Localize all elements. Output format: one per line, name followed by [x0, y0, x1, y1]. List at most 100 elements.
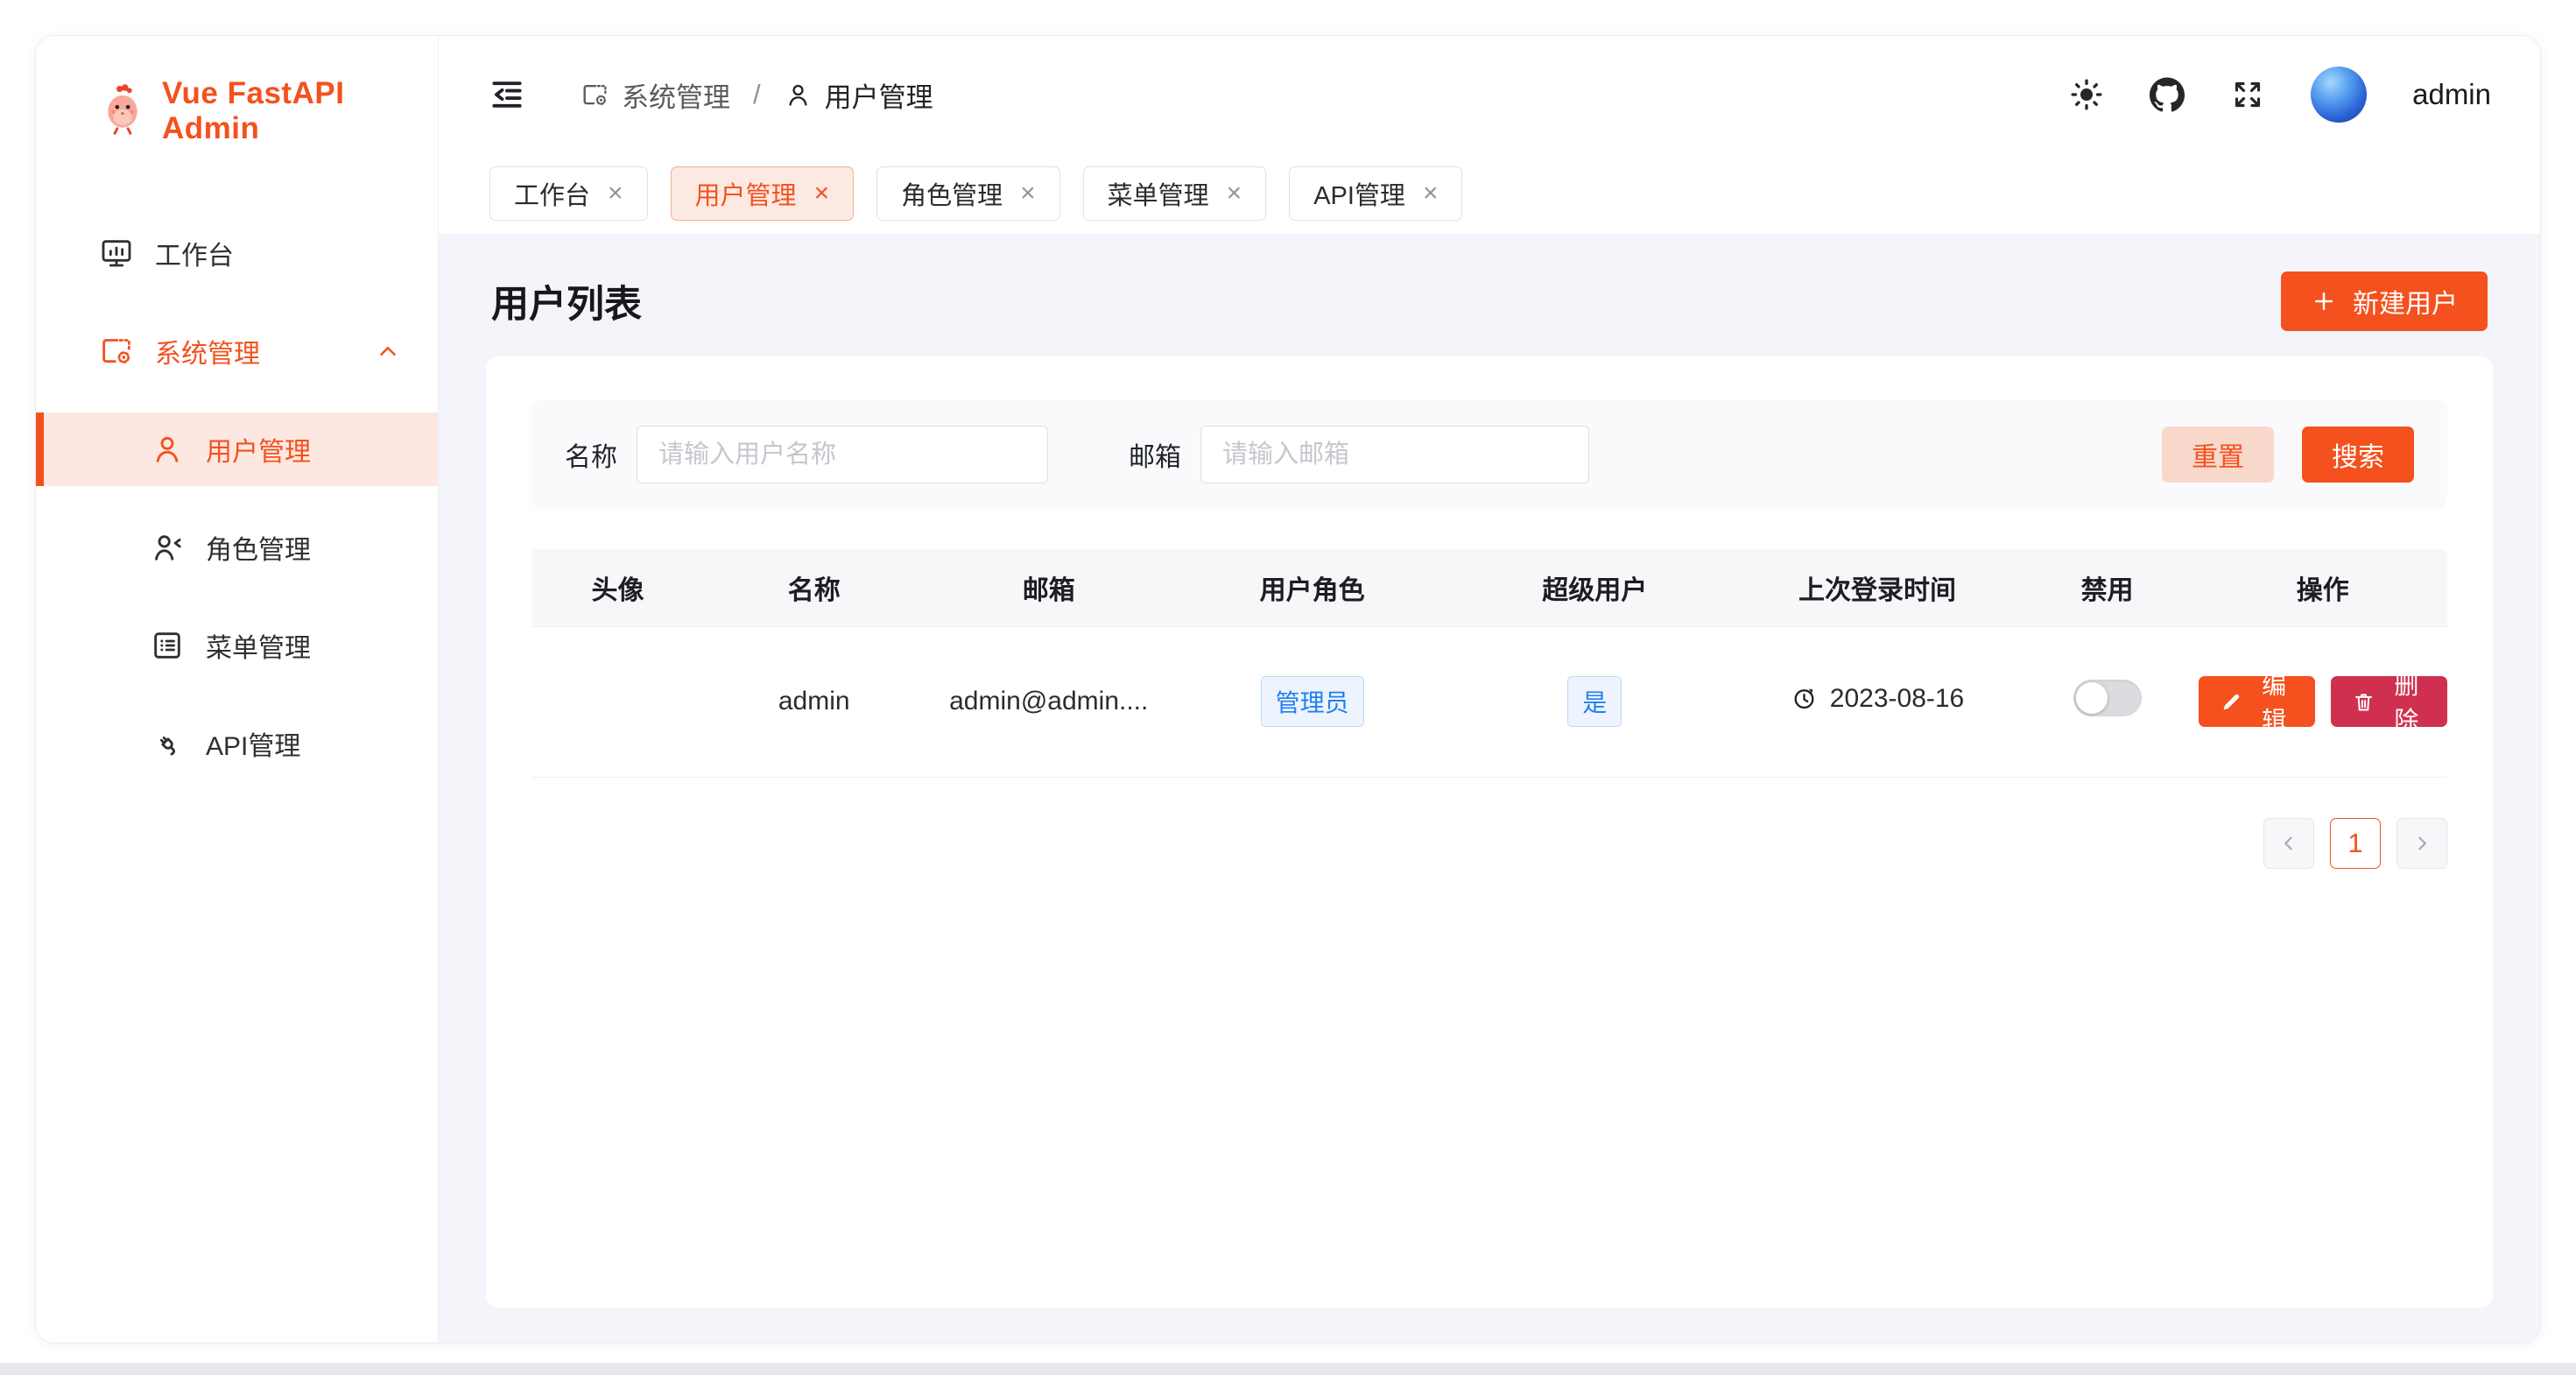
- email-filter-label: 邮箱: [1129, 435, 1181, 474]
- table-header-row: 头像 名称 邮箱 用户角色 超级用户 上次登录时间 禁用 操作: [531, 549, 2447, 626]
- filter-panel: 名称 邮箱 重置 搜索: [531, 400, 2447, 509]
- trash-icon: [2352, 690, 2375, 714]
- role-tag[interactable]: 管理员: [1261, 676, 1364, 727]
- breadcrumb-label: 用户管理: [825, 75, 933, 115]
- tab-label: 角色管理: [901, 175, 1003, 212]
- tab-label: 用户管理: [695, 175, 797, 212]
- email-cell: admin@admin....: [925, 626, 1173, 777]
- user-table: 头像 名称 邮箱 用户角色 超级用户 上次登录时间 禁用 操作: [531, 549, 2447, 778]
- tab-api-management[interactable]: API管理 ×: [1289, 166, 1462, 221]
- column-name: 名称: [704, 549, 925, 626]
- github-icon[interactable]: [2150, 77, 2185, 112]
- fullscreen-icon[interactable]: [2230, 77, 2265, 112]
- monitor-icon: [99, 236, 134, 271]
- sidebar-item-api-management[interactable]: API管理: [36, 707, 438, 780]
- username-label: admin: [2412, 78, 2491, 111]
- breadcrumb-user-management[interactable]: 用户管理: [784, 75, 933, 115]
- pagination-prev-button[interactable]: [2263, 818, 2314, 869]
- user-icon: [150, 432, 185, 467]
- close-icon[interactable]: ×: [814, 180, 830, 207]
- page-header: 用户列表 新建用户: [486, 255, 2493, 348]
- edit-button-label: 编辑: [2255, 666, 2294, 737]
- last-login-value: 2023-08-16: [1830, 684, 1964, 714]
- column-actions: 操作: [2199, 549, 2448, 626]
- sidebar-item-system-management[interactable]: 系统管理: [36, 314, 438, 388]
- delete-button[interactable]: 删除: [2331, 676, 2447, 727]
- breadcrumb-label: 系统管理: [622, 75, 730, 115]
- app-title: Vue FastAPI Admin: [162, 76, 438, 146]
- sidebar-item-label: 系统管理: [155, 332, 260, 370]
- pencil-icon: [2220, 690, 2243, 714]
- column-disabled: 禁用: [2016, 549, 2199, 626]
- column-avatar: 头像: [531, 549, 704, 626]
- tab-role-management[interactable]: 角色管理 ×: [876, 166, 1060, 221]
- edit-button[interactable]: 编辑: [2199, 676, 2315, 727]
- plus-icon: [2311, 288, 2337, 314]
- last-login-cell: 2023-08-16: [1738, 626, 2016, 777]
- column-last-login: 上次登录时间: [1738, 549, 2016, 626]
- superuser-cell: 是: [1451, 626, 1738, 777]
- app-window: Vue FastAPI Admin 工作台: [35, 35, 2541, 1343]
- sidebar-item-label: 工作台: [155, 234, 234, 272]
- app-logo: Vue FastAPI Admin: [36, 36, 438, 146]
- close-icon[interactable]: ×: [1227, 180, 1242, 207]
- email-filter-input[interactable]: [1200, 426, 1589, 483]
- sidebar-collapse-icon[interactable]: [488, 75, 526, 114]
- disabled-toggle[interactable]: [2073, 680, 2142, 716]
- role-cell: 管理员: [1173, 626, 1451, 777]
- search-button[interactable]: 搜索: [2302, 427, 2414, 483]
- window-gear-icon: [99, 334, 134, 369]
- top-header: 系统管理 / 用户管理: [439, 36, 2540, 153]
- tab-label: 工作台: [514, 175, 590, 212]
- clock-history-icon: [1791, 685, 1818, 712]
- page-content: 用户列表 新建用户 名称 邮箱 重置 搜索: [439, 234, 2540, 1343]
- chick-mascot-icon: [99, 84, 146, 139]
- breadcrumb-system-management[interactable]: 系统管理: [581, 75, 730, 115]
- tab-menu-management[interactable]: 菜单管理 ×: [1083, 166, 1267, 221]
- sidebar-item-workbench[interactable]: 工作台: [36, 216, 438, 290]
- filter-actions: 重置 搜索: [2162, 427, 2414, 483]
- page-bottom-strip: [0, 1363, 2576, 1375]
- close-icon[interactable]: ×: [1020, 180, 1036, 207]
- tab-label: API管理: [1313, 175, 1405, 212]
- tab-label: 菜单管理: [1108, 175, 1209, 212]
- theme-sun-icon[interactable]: [2069, 77, 2104, 112]
- sidebar-item-user-management[interactable]: 用户管理: [36, 412, 438, 486]
- new-user-button-label: 新建用户: [2353, 282, 2458, 321]
- sidebar-menu: 工作台 系统管理: [36, 204, 438, 793]
- column-email: 邮箱: [925, 549, 1173, 626]
- toggle-knob: [2076, 682, 2108, 714]
- chevron-up-icon: [375, 338, 401, 364]
- delete-button-label: 删除: [2387, 666, 2426, 737]
- user-list-card: 名称 邮箱 重置 搜索 头像: [486, 356, 2493, 1308]
- tab-workbench[interactable]: 工作台 ×: [489, 166, 648, 221]
- pagination-next-button[interactable]: [2397, 818, 2447, 869]
- name-filter-label: 名称: [565, 435, 617, 474]
- new-user-button[interactable]: 新建用户: [2281, 271, 2488, 331]
- user-icon: [784, 81, 813, 109]
- pagination-page-1[interactable]: 1: [2330, 818, 2381, 869]
- name-filter-input[interactable]: [637, 426, 1048, 483]
- sidebar-item-role-management[interactable]: 角色管理: [36, 511, 438, 584]
- avatar-cell: [531, 626, 704, 777]
- breadcrumb: 系统管理 / 用户管理: [581, 75, 933, 115]
- sidebar-item-menu-management[interactable]: 菜单管理: [36, 609, 438, 682]
- active-indicator: [36, 412, 44, 486]
- name-cell: admin: [704, 626, 925, 777]
- main-area: 系统管理 / 用户管理: [439, 36, 2540, 1343]
- api-plug-icon: [150, 726, 185, 761]
- user-avatar[interactable]: [2311, 67, 2367, 123]
- role-icon: [150, 530, 185, 565]
- pagination: 1: [531, 818, 2447, 869]
- sidebar-item-label: API管理: [206, 724, 300, 763]
- close-icon[interactable]: ×: [1423, 180, 1439, 207]
- column-superuser: 超级用户: [1451, 549, 1738, 626]
- tab-user-management[interactable]: 用户管理 ×: [671, 166, 855, 221]
- column-role: 用户角色: [1173, 549, 1451, 626]
- table-row: admin admin@admin.... 管理员 是: [531, 626, 2447, 777]
- reset-button[interactable]: 重置: [2162, 427, 2274, 483]
- superuser-tag[interactable]: 是: [1567, 676, 1622, 727]
- close-icon[interactable]: ×: [608, 180, 623, 207]
- disabled-cell: [2016, 626, 2199, 777]
- sidebar: Vue FastAPI Admin 工作台: [36, 36, 439, 1343]
